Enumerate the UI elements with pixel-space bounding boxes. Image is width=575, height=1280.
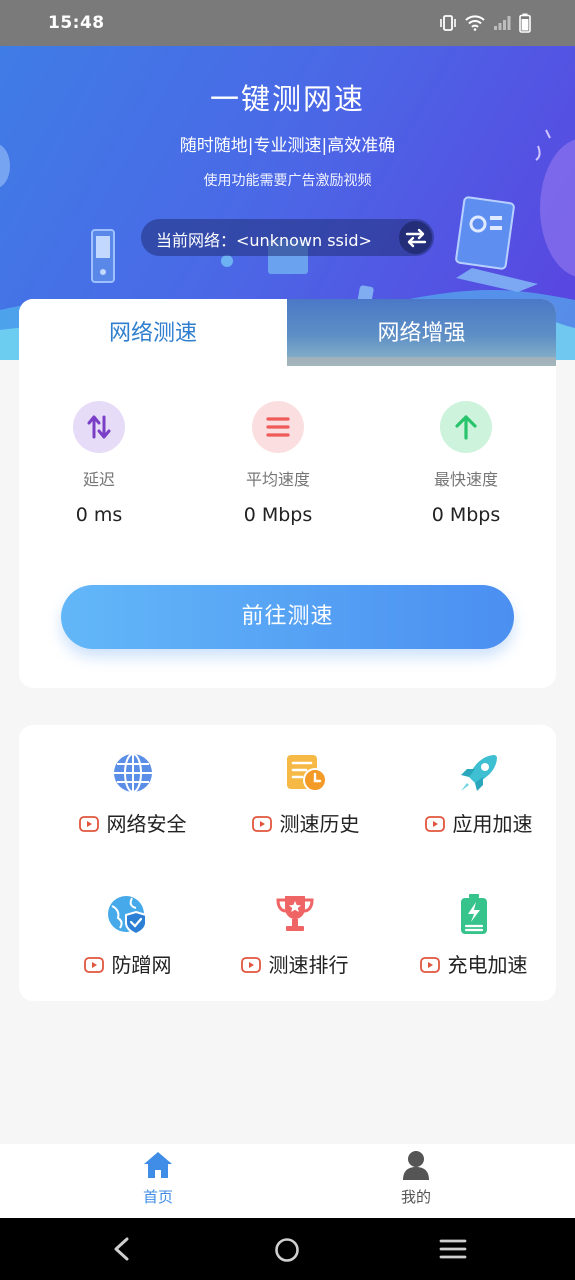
video-play-icon (251, 815, 272, 832)
tab-speed-test[interactable]: 网络测速 (19, 299, 287, 366)
status-icons (439, 13, 531, 33)
feature-label: 网络安全 (106, 812, 187, 836)
metric-label: 延迟 (82, 470, 115, 489)
list-lines-icon (252, 401, 304, 453)
nav-profile[interactable]: 我的 (356, 1150, 476, 1207)
vibrate-icon (440, 15, 456, 31)
nav-home[interactable]: 首页 (98, 1150, 218, 1207)
battery-icon (519, 13, 531, 33)
ad-notice: 使用功能需要广告激励视频 (203, 173, 372, 189)
feature-charge-boost[interactable]: 充电加速 (384, 892, 563, 978)
metric-value: 0 Mbps (431, 504, 501, 526)
metric-label: 最快速度 (433, 470, 498, 489)
start-speed-test-button[interactable]: 前往测速 (61, 585, 514, 649)
globe-icon (111, 751, 155, 795)
status-bar: 15:48 (0, 0, 575, 46)
tab-shadow (287, 357, 556, 366)
feature-label: 充电加速 (447, 953, 528, 977)
home-circle-icon[interactable] (274, 1237, 300, 1263)
metric-average-speed: 平均速度 0 Mbps (208, 401, 348, 526)
feature-grid-card: 网络安全 测速历史 应用加速 防蹭网 测速排行 充电加速 (19, 725, 556, 1001)
page-title: 一键测网速 (209, 82, 365, 116)
menu-icon[interactable] (439, 1237, 467, 1261)
nav-label: 我的 (400, 1188, 431, 1206)
feature-app-boost[interactable]: 应用加速 (389, 751, 568, 837)
arrow-up-icon (440, 401, 492, 453)
metric-value: 0 ms (75, 504, 123, 526)
trophy-icon (273, 892, 317, 936)
video-play-icon (78, 815, 99, 832)
person-icon (403, 1151, 429, 1180)
switch-network-button[interactable] (399, 221, 432, 254)
system-navigation-bar (0, 1218, 575, 1280)
video-play-icon (240, 956, 261, 973)
metric-latency: 延迟 0 ms (29, 401, 169, 526)
feature-label: 防蹭网 (111, 953, 172, 977)
feature-anti-freeloading[interactable]: 防蹭网 (38, 892, 217, 978)
feature-label: 测速排行 (268, 953, 349, 977)
up-down-arrows-icon (73, 401, 125, 453)
feature-network-security[interactable]: 网络安全 (43, 751, 222, 837)
current-network-pill[interactable]: 当前网络：<unknown ssid> (141, 219, 434, 256)
feature-speed-ranking[interactable]: 测速排行 (205, 892, 384, 978)
signal-icon (494, 16, 511, 30)
feature-label: 应用加速 (452, 812, 533, 836)
metric-label: 平均速度 (245, 470, 310, 489)
feature-label: 测速历史 (279, 812, 360, 836)
current-network-label: 当前网络：<unknown ssid> (156, 231, 372, 250)
metric-value: 0 Mbps (243, 504, 313, 526)
video-play-icon (424, 815, 445, 832)
video-play-icon (419, 956, 440, 973)
history-clock-icon (284, 751, 328, 795)
wifi-icon (465, 15, 485, 31)
battery-charge-icon (452, 892, 496, 936)
tab-network-boost[interactable]: 网络增强 (287, 299, 556, 366)
back-icon[interactable] (110, 1237, 132, 1261)
video-play-icon (83, 956, 104, 973)
bottom-nav: 首页 我的 (0, 1144, 575, 1218)
speed-test-card: 网络测速 网络增强 延迟 0 ms 平均速度 0 Mbps 最快速度 0 Mbp… (19, 299, 556, 688)
metric-max-speed: 最快速度 0 Mbps (396, 401, 536, 526)
rocket-icon (457, 751, 501, 795)
home-icon (144, 1152, 172, 1178)
globe-shield-icon (106, 892, 150, 936)
status-time: 15:48 (48, 13, 105, 33)
dot-decoration (221, 255, 233, 267)
feature-speed-history[interactable]: 测速历史 (216, 751, 395, 837)
swap-arrows-icon (405, 228, 427, 248)
hero-subtitle: 随时随地|专业测速|高效准确 (179, 136, 396, 156)
nav-label: 首页 (142, 1188, 173, 1206)
